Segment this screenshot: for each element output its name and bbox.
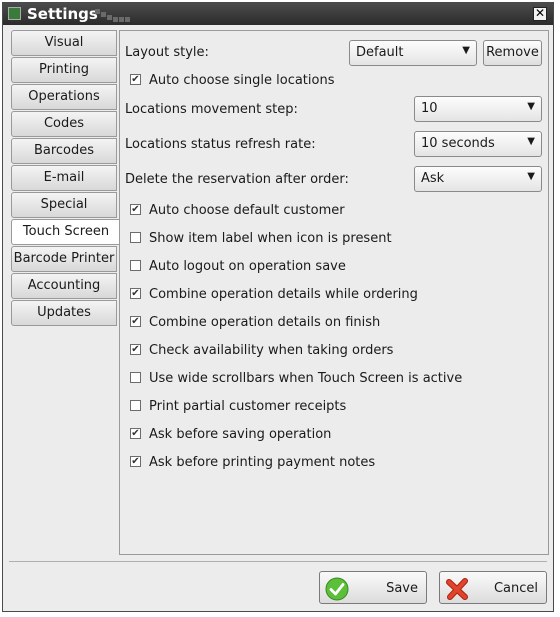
checkbox-box[interactable] bbox=[130, 260, 141, 271]
checkbox-label: Auto choose single locations bbox=[149, 73, 335, 88]
checkbox-label: Combine operation details on finish bbox=[149, 315, 381, 330]
app-icon bbox=[8, 7, 21, 20]
checkmark-icon bbox=[325, 577, 349, 601]
title-bar[interactable]: Settings ✕ bbox=[3, 3, 553, 25]
delete-reservation-label: Delete the reservation after order: bbox=[125, 172, 349, 187]
chevron-down-icon: ▼ bbox=[527, 171, 535, 182]
save-button[interactable]: Save bbox=[319, 571, 427, 604]
tab-email[interactable]: E-mail bbox=[11, 165, 117, 191]
checkbox-label: Auto choose default customer bbox=[149, 203, 345, 218]
movement-step-select[interactable]: 10 ▼ bbox=[414, 96, 542, 122]
delete-reservation-select[interactable]: Ask ▼ bbox=[414, 166, 542, 192]
touch-screen-panel: Layout style: Default ▼ Remove ✔ Auto ch… bbox=[119, 30, 549, 555]
tab-accounting[interactable]: Accounting bbox=[11, 273, 117, 299]
tab-special[interactable]: Special bbox=[11, 192, 117, 218]
remove-button[interactable]: Remove bbox=[483, 40, 542, 66]
close-icon[interactable]: ✕ bbox=[533, 7, 547, 21]
settings-window: Settings ✕ Visual Printing Operations Co… bbox=[2, 2, 554, 612]
checkbox-label: Print partial customer receipts bbox=[149, 399, 347, 414]
layout-style-value: Default bbox=[356, 45, 404, 60]
tab-touch-screen[interactable]: Touch Screen bbox=[11, 219, 120, 245]
cancel-label: Cancel bbox=[493, 581, 538, 596]
tab-printing[interactable]: Printing bbox=[11, 57, 117, 83]
movement-step-value: 10 bbox=[421, 101, 438, 116]
tab-visual[interactable]: Visual bbox=[11, 30, 117, 56]
footer-divider bbox=[9, 561, 547, 562]
cancel-button[interactable]: Cancel bbox=[439, 571, 547, 604]
tab-operations[interactable]: Operations bbox=[11, 84, 117, 110]
layout-style-select[interactable]: Default ▼ bbox=[349, 40, 477, 66]
chevron-down-icon: ▼ bbox=[462, 45, 470, 56]
titlebar-decoration-icon bbox=[95, 9, 135, 23]
delete-reservation-value: Ask bbox=[421, 171, 445, 186]
checkbox-label: Check availability when taking orders bbox=[149, 343, 394, 358]
tab-barcode-printer[interactable]: Barcode Printer bbox=[11, 246, 117, 272]
movement-step-label: Locations movement step: bbox=[125, 102, 298, 117]
checkbox-label: Show item label when icon is present bbox=[149, 231, 392, 246]
checkbox-box[interactable]: ✔ bbox=[130, 74, 141, 85]
checkbox-box[interactable]: ✔ bbox=[130, 204, 141, 215]
tab-updates[interactable]: Updates bbox=[11, 300, 117, 326]
chevron-down-icon: ▼ bbox=[527, 136, 535, 147]
checkbox-box[interactable] bbox=[130, 400, 141, 411]
checkbox-box[interactable]: ✔ bbox=[130, 456, 141, 467]
window-title: Settings bbox=[27, 5, 98, 23]
checkbox-box[interactable]: ✔ bbox=[130, 316, 141, 327]
refresh-rate-value: 10 seconds bbox=[421, 136, 495, 151]
checkbox-box[interactable] bbox=[130, 372, 141, 383]
checkbox-label: Auto logout on operation save bbox=[149, 259, 346, 274]
tab-codes[interactable]: Codes bbox=[11, 111, 117, 137]
checkbox-label: Ask before saving operation bbox=[149, 427, 332, 442]
cancel-x-icon bbox=[446, 578, 468, 600]
chevron-down-icon: ▼ bbox=[527, 101, 535, 112]
checkbox-label: Use wide scrollbars when Touch Screen is… bbox=[149, 371, 463, 386]
checkbox-box[interactable] bbox=[130, 232, 141, 243]
checkbox-label: Combine operation details while ordering bbox=[149, 287, 418, 302]
save-label: Save bbox=[386, 581, 418, 596]
tab-barcodes[interactable]: Barcodes bbox=[11, 138, 117, 164]
checkbox-box[interactable]: ✔ bbox=[130, 288, 141, 299]
refresh-rate-select[interactable]: 10 seconds ▼ bbox=[414, 131, 542, 157]
checkbox-box[interactable]: ✔ bbox=[130, 428, 141, 439]
checkbox-label: Ask before printing payment notes bbox=[149, 455, 376, 470]
refresh-rate-label: Locations status refresh rate: bbox=[125, 137, 316, 152]
checkbox-box[interactable]: ✔ bbox=[130, 344, 141, 355]
layout-style-label: Layout style: bbox=[125, 45, 209, 60]
